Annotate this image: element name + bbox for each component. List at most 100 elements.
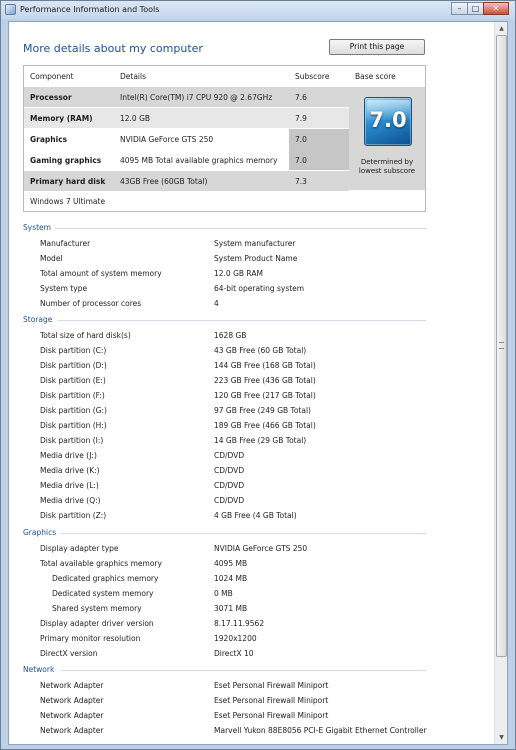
os-edition: Windows 7 Ultimate: [30, 197, 106, 206]
scroll-up-icon[interactable]: ▲: [496, 23, 507, 34]
title-bar[interactable]: Performance Information and Tools – □ ✕: [1, 1, 515, 19]
content-pane: More details about my computer Print thi…: [8, 21, 508, 745]
score-table-header: Component Details Subscore Base score: [24, 66, 425, 87]
page-title: More details about my computer: [23, 42, 203, 55]
detail-row: Total size of hard disk(s) 1628 GB: [9, 331, 489, 346]
detail-value: Eset Personal Firewall Miniport: [214, 711, 329, 720]
window-title: Performance Information and Tools: [20, 5, 160, 14]
detail-row: Disk partition (E:) 223 GB Free (436 GB T…: [9, 376, 489, 391]
detail-row: Disk partition (F:) 120 GB Free (217 GB T…: [9, 391, 489, 406]
detail-value: CD/DVD: [214, 451, 245, 460]
detail-row: Disk partition (D:) 144 GB Free (168 GB T…: [9, 361, 489, 376]
detail-row: Display adapter type NVIDIA GeForce GTS 2…: [9, 544, 489, 559]
scroll-thumb[interactable]: [496, 35, 507, 657]
app-window: Performance Information and Tools – □ ✕ …: [0, 0, 516, 750]
score-row-hard-disk: Primary hard disk 43GB Free (60GB Total)…: [24, 171, 349, 191]
detail-value: 189 GB Free (466 GB Total): [214, 421, 316, 430]
detail-value: 97 GB Free (249 GB Total): [214, 406, 311, 415]
detail-value: 64-bit operating system: [214, 284, 305, 293]
detail-label: Media drive (L:): [40, 481, 99, 490]
detail-value: 3071 MB: [214, 604, 248, 613]
component-subscore: 7.6: [295, 93, 307, 102]
component-details: NVIDIA GeForce GTS 250: [120, 135, 214, 144]
score-row-graphics: Graphics NVIDIA GeForce GTS 250 7.0: [24, 129, 349, 149]
detail-value: 12.0 GB RAM: [214, 269, 263, 278]
base-score-badge-icon: 7.0: [364, 97, 412, 146]
detail-label: Media drive (J:): [40, 451, 97, 460]
component-details: 43GB Free (60GB Total): [120, 177, 208, 186]
detail-value: 14 GB Free (29 GB Total): [214, 436, 307, 445]
detail-row: Manufacturer System manufacturer: [9, 239, 489, 254]
detail-label: Disk partition (D:): [40, 361, 107, 370]
component-subscore: 7.0: [295, 156, 307, 165]
score-row-gaming-graphics: Gaming graphics 4095 MB Total available …: [24, 150, 349, 170]
detail-row: Media drive (Q:) CD/DVD: [9, 496, 489, 511]
detail-value: Marvell Yukon 88E8056 PCI-E Gigabit Ethe…: [214, 726, 427, 735]
detail-row: Model System Product Name: [9, 254, 489, 269]
detail-value: 4095 MB: [214, 559, 248, 568]
detail-row: Media drive (L:) CD/DVD: [9, 481, 489, 496]
score-row-processor: Processor Intel(R) Core(TM) i7 CPU 920 @…: [24, 87, 349, 107]
detail-row: Network Adapter Eset Personal Firewall Mi…: [9, 696, 489, 711]
score-table: Component Details Subscore Base score Pr…: [23, 65, 426, 212]
scroll-down-icon[interactable]: ▼: [496, 732, 507, 743]
detail-label: Disk partition (G:): [40, 406, 107, 415]
base-score-panel: 7.0 Determined by lowest subscore: [349, 87, 425, 190]
base-score-value: 7.0: [369, 108, 407, 132]
detail-label: Manufacturer: [40, 239, 91, 248]
detail-row: Disk partition (H:) 189 GB Free (466 GB T…: [9, 421, 489, 436]
detail-label: Total amount of system memory: [40, 269, 162, 278]
component-name: Memory (RAM): [30, 114, 93, 123]
detail-value: 144 GB Free (168 GB Total): [214, 361, 316, 370]
maximize-button[interactable]: □: [467, 2, 484, 15]
section-title-system: System: [23, 223, 51, 232]
section-divider: [61, 533, 426, 534]
component-details: 12.0 GB: [120, 114, 151, 123]
detail-label: Primary monitor resolution: [40, 634, 141, 643]
component-subscore: 7.0: [295, 135, 307, 144]
detail-value: 1920x1200: [214, 634, 257, 643]
detail-row: Dedicated system memory 0 MB: [9, 589, 489, 604]
component-details: Intel(R) Core(TM) i7 CPU 920 @ 2.67GHz: [120, 93, 273, 102]
detail-row: Network Adapter Eset Personal Firewall Mi…: [9, 711, 489, 726]
detail-row: Primary monitor resolution 1920x1200: [9, 634, 489, 649]
detail-value: 43 GB Free (60 GB Total): [214, 346, 307, 355]
detail-label: DirectX version: [40, 649, 98, 658]
detail-value: CD/DVD: [214, 496, 245, 505]
detail-row: System type 64-bit operating system: [9, 284, 489, 299]
header-details: Details: [120, 72, 147, 81]
detail-row: Disk partition (I:) 14 GB Free (29 GB Tot…: [9, 436, 489, 451]
detail-label: Media drive (Q:): [40, 496, 101, 505]
detail-value: 8.17.11.9562: [214, 619, 265, 628]
detail-label: Number of processor cores: [40, 299, 142, 308]
vertical-scrollbar[interactable]: ▲ ▼: [494, 22, 507, 744]
detail-label: Disk partition (H:): [40, 421, 107, 430]
component-subscore: 7.9: [295, 114, 307, 123]
component-name: Primary hard disk: [30, 177, 106, 186]
detail-label: Display adapter driver version: [40, 619, 154, 628]
minimize-button[interactable]: –: [451, 2, 468, 15]
detail-label: Disk partition (Z:): [40, 511, 107, 520]
detail-row: Total available graphics memory 4095 MB: [9, 559, 489, 574]
section-divider: [61, 670, 426, 671]
detail-label: Disk partition (E:): [40, 376, 106, 385]
detail-row: Disk partition (C:) 43 GB Free (60 GB Tot…: [9, 346, 489, 361]
component-name: Gaming graphics: [30, 156, 102, 165]
component-subscore: 7.3: [295, 177, 307, 186]
detail-value: NVIDIA GeForce GTS 250: [214, 544, 308, 553]
detail-label: Total size of hard disk(s): [40, 331, 131, 340]
detail-value: System manufacturer: [214, 239, 296, 248]
detail-value: 0 MB: [214, 589, 233, 598]
print-button[interactable]: Print this page: [329, 39, 425, 55]
scroll-grip-icon: [499, 342, 504, 349]
close-button[interactable]: ✕: [483, 2, 509, 15]
detail-label: Display adapter type: [40, 544, 119, 553]
detail-value: CD/DVD: [214, 481, 245, 490]
detail-row: Media drive (K:) CD/DVD: [9, 466, 489, 481]
detail-value: CD/DVD: [214, 466, 245, 475]
header-base-score: Base score: [355, 72, 396, 81]
section-divider: [55, 228, 426, 229]
detail-value: 1628 GB: [214, 331, 247, 340]
detail-label: Shared system memory: [52, 604, 142, 613]
base-score-caption: Determined by lowest subscore: [358, 158, 416, 175]
